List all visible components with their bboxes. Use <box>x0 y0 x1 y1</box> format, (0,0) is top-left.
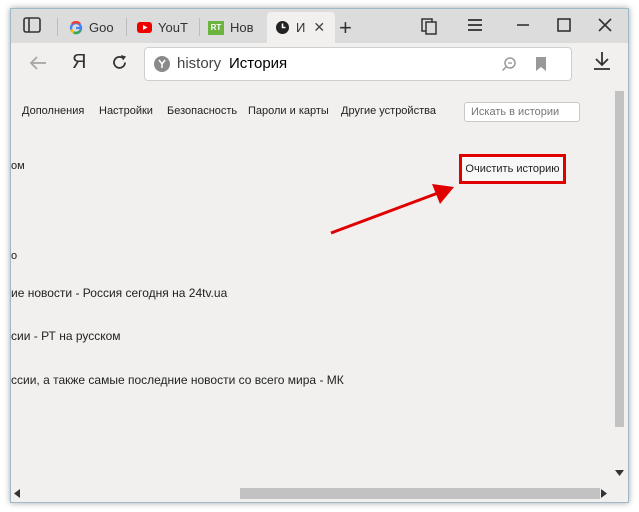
header-fragment: ом <box>11 160 25 172</box>
vertical-scroll-thumb[interactable] <box>615 91 624 427</box>
site-protect-icon <box>153 55 171 73</box>
nav-item-addons[interactable]: Дополнения <box>22 105 84 117</box>
annotation-arrow-icon <box>330 184 454 235</box>
browser-window: Goo YouT RT Нов И ✕ + Я history История … <box>10 8 629 503</box>
scroll-down-icon[interactable] <box>615 470 624 476</box>
history-entry[interactable]: ие новости - Россия сегодня на 24tv.ua <box>11 286 227 300</box>
tab-youtube[interactable]: YouT <box>129 12 199 43</box>
tab-history-label: И <box>296 20 306 35</box>
tab-google-label: Goo <box>89 20 114 35</box>
date-fragment: о <box>11 250 18 262</box>
rt-icon: RT <box>208 20 224 35</box>
nav-item-other-devices[interactable]: Другие устройства <box>341 105 436 117</box>
tabs-panel-icon[interactable] <box>23 17 41 33</box>
omnibox-protocol: history <box>177 55 222 72</box>
yandex-logo-icon[interactable]: Я <box>72 51 86 74</box>
clear-history-label: Очистить историю <box>465 163 560 175</box>
new-tab-icon[interactable]: + <box>339 15 352 41</box>
tab-history[interactable]: И ✕ <box>267 12 335 43</box>
tab-rt-news[interactable]: RT Нов <box>202 12 266 43</box>
scroll-left-icon[interactable] <box>14 489 20 498</box>
tab-bar: Goo YouT RT Нов И ✕ + <box>11 9 628 43</box>
tab-rt-news-label: Нов <box>230 20 254 35</box>
close-window-icon[interactable] <box>598 18 612 32</box>
horizontal-scroll-thumb[interactable] <box>240 488 600 499</box>
nav-item-security[interactable]: Безопасность <box>167 105 237 117</box>
maximize-icon[interactable] <box>557 18 571 32</box>
scroll-right-icon[interactable] <box>601 489 607 498</box>
history-clock-icon <box>275 20 290 35</box>
back-icon[interactable] <box>29 55 47 71</box>
omnibox[interactable]: history История <box>144 47 572 81</box>
bookmark-icon[interactable] <box>535 56 547 72</box>
history-entry[interactable]: ссии, а также самые последние новости со… <box>11 373 344 387</box>
nav-item-settings[interactable]: Настройки <box>99 105 153 117</box>
youtube-icon <box>137 22 152 33</box>
reload-icon[interactable] <box>111 54 128 71</box>
nav-item-passwords[interactable]: Пароли и карты <box>248 105 329 117</box>
address-bar: Я history История <box>11 43 628 85</box>
clear-history-button[interactable]: Очистить историю <box>459 154 566 184</box>
google-icon <box>69 20 83 35</box>
reader-search-icon[interactable] <box>501 56 517 72</box>
history-search-input[interactable] <box>464 102 580 122</box>
minimize-icon[interactable] <box>516 18 530 32</box>
omnibox-title: История <box>229 55 288 72</box>
tab-google[interactable]: Goo <box>61 12 123 43</box>
downloads-icon[interactable] <box>593 51 611 71</box>
history-entry[interactable]: сии - РТ на русском <box>11 329 121 343</box>
bookmarks-panel-icon[interactable] <box>420 17 438 35</box>
tab-youtube-label: YouT <box>158 20 188 35</box>
menu-icon[interactable] <box>467 18 483 32</box>
tab-close-icon[interactable]: ✕ <box>313 19 325 36</box>
